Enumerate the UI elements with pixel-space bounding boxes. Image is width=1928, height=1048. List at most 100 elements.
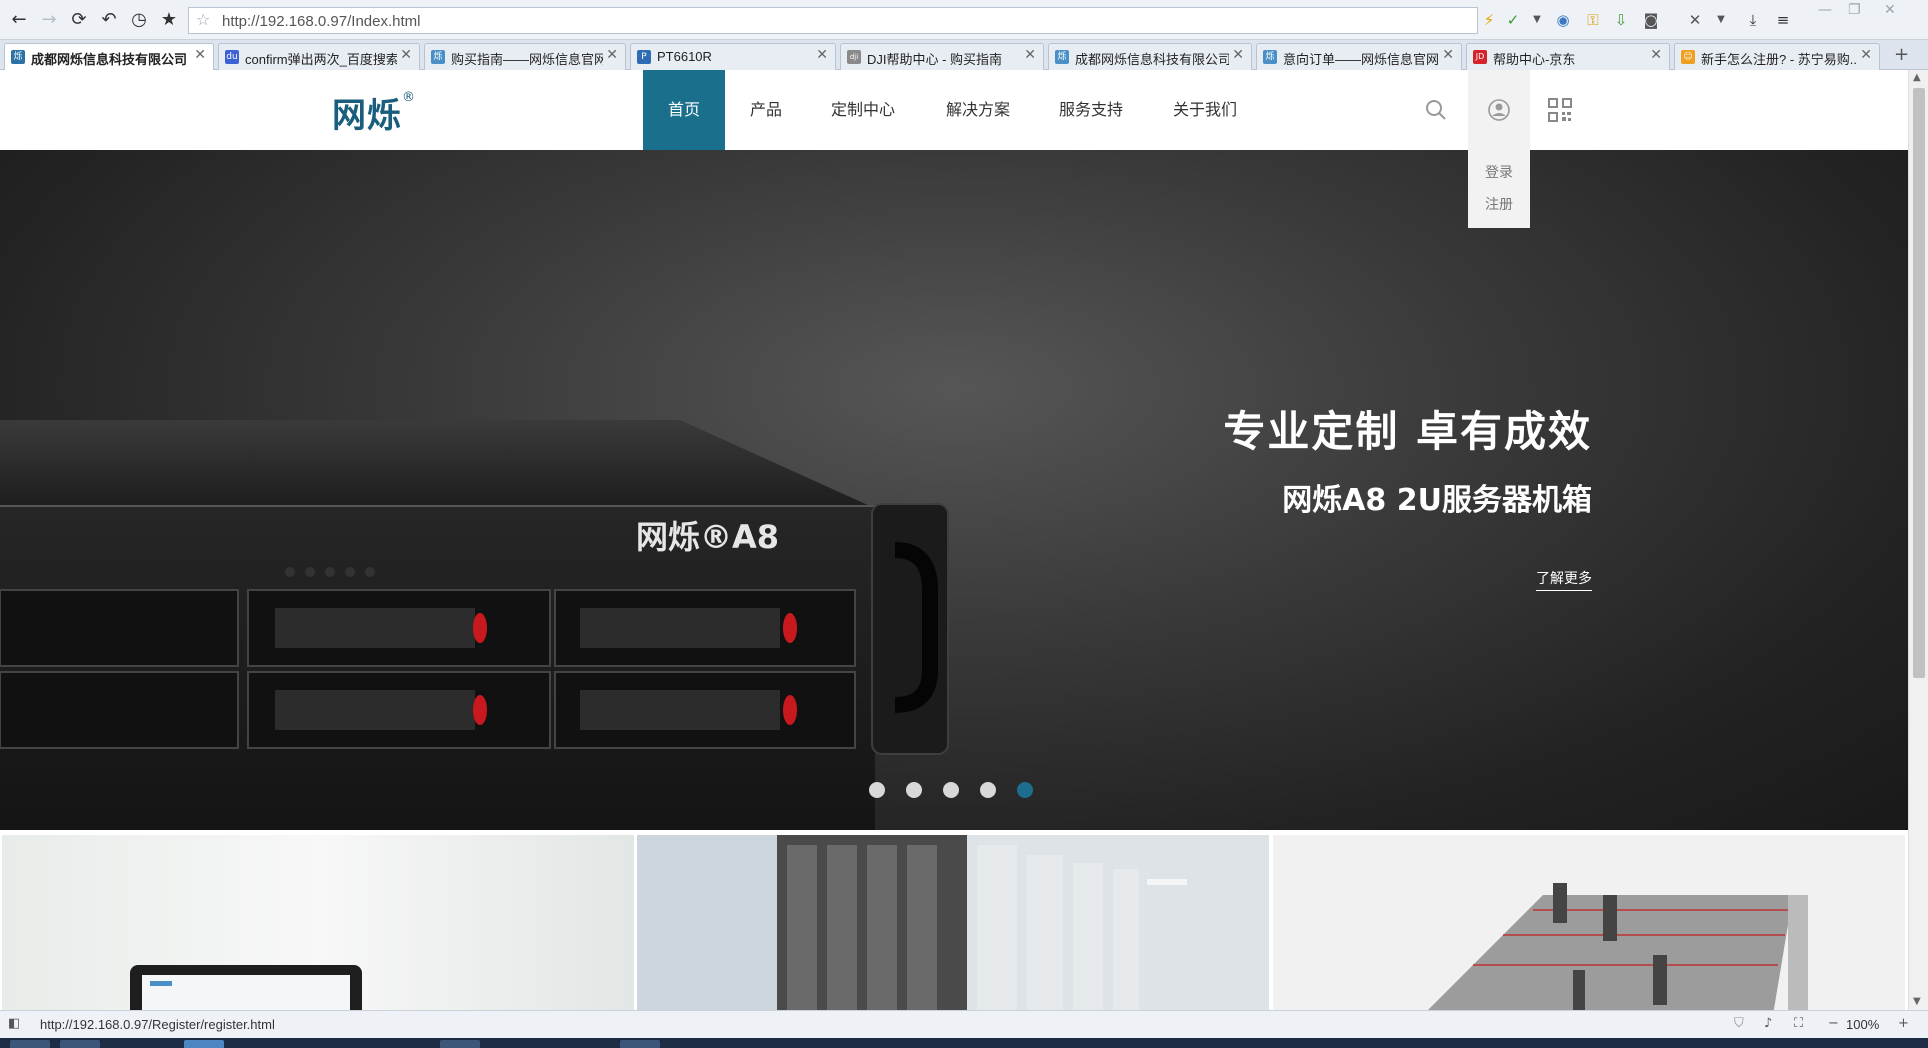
nav-products[interactable]: 产品 [725,70,807,150]
search-icon[interactable] [1424,98,1448,122]
laptop-image [2,835,634,1010]
history-icon[interactable]: ◷ [126,8,152,32]
scroll-down-icon[interactable]: ▼ [1913,996,1921,1007]
forward-button[interactable]: → [36,8,62,32]
os-taskbar [0,1038,1928,1048]
menu-icon[interactable]: ≡ [1772,10,1794,30]
extension-globe-icon[interactable]: ◉ [1552,10,1574,30]
nav-support[interactable]: 服务支持 [1044,70,1138,150]
speaker-icon[interactable]: ♪ [1764,1016,1772,1031]
tab-8[interactable]: ☺ 新手怎么注册? - 苏宁易购... ✕ [1674,43,1880,70]
minimize-icon[interactable]: — [1818,2,1832,18]
zoom-in-icon[interactable]: + [1898,1016,1909,1031]
learn-more-link[interactable]: 了解更多 [1536,568,1592,591]
feature-tile-laptop[interactable] [2,835,634,1010]
compat-mode-icon[interactable]: ✓ [1502,10,1524,30]
key-icon[interactable]: ⚿ [1582,10,1604,30]
qr-code-icon[interactable] [1548,98,1572,122]
taskbar-item[interactable] [620,1040,660,1048]
tab-title: 新手怎么注册? - 苏宁易购... [1701,52,1857,67]
new-tab-button[interactable]: + [1894,44,1909,65]
hero-subtitle: 网烁A8 2U服务器机箱 [1282,483,1592,518]
undo-close-button[interactable]: ↶ [96,8,122,32]
tab-close-icon[interactable]: ✕ [816,47,828,63]
site-header: 网烁® 首页 产品 定制中心 解决方案 服务支持 关于我们 [0,70,1908,150]
reload-button[interactable]: ⟳ [66,8,92,32]
fullscreen-icon[interactable]: ⛶ [1794,1016,1803,1031]
tab-favicon: du [225,50,239,64]
scroll-thumb[interactable] [1913,88,1925,678]
vertical-scrollbar[interactable]: ▲ ▼ [1908,70,1928,1010]
feature-tile-datacenter[interactable] [637,835,1269,1010]
address-url[interactable]: http://192.168.0.97/Index.html [222,13,420,30]
download-icon[interactable]: ⤓ [1742,10,1764,30]
tab-title: 成都网烁信息科技有限公司 [31,52,188,67]
register-link[interactable]: 注册 [1468,194,1530,214]
carousel-dot-3[interactable] [943,782,959,798]
tab-3[interactable]: P PT6610R ✕ [630,43,836,70]
restore-icon[interactable]: ❐ [1848,2,1861,18]
favorites-star-icon[interactable]: ★ [156,8,182,32]
tab-favicon: dji [847,50,861,64]
close-window-icon[interactable]: ✕ [1884,2,1896,18]
tab-7[interactable]: JD 帮助中心-京东 ✕ [1466,43,1670,70]
tab-close-icon[interactable]: ✕ [1650,47,1662,63]
tab-close-icon[interactable]: ✕ [1860,47,1872,63]
user-dropdown-menu: 登录 注册 [1468,150,1530,228]
site-logo[interactable]: 网烁® [332,88,416,137]
adblock-icon[interactable]: ⛉ [1734,1016,1744,1031]
tab-close-icon[interactable]: ✕ [194,47,206,63]
tab-favicon: JD [1473,50,1487,64]
tab-close-icon[interactable]: ✕ [400,47,412,63]
carousel-dot-4[interactable] [980,782,996,798]
hero-banner[interactable]: 网烁®A8 专业定制 卓有成效 网烁A8 2U服务器机箱 了解更多 [0,150,1908,830]
carousel-dot-1[interactable] [869,782,885,798]
tab-close-icon[interactable]: ✕ [1232,47,1244,63]
browser-toolbar: ← → ⟳ ↶ ◷ ★ ☆ http://192.168.0.97/Index.… [0,0,1928,40]
tab-favicon: ☺ [1681,50,1695,64]
sidebar-toggle-icon[interactable]: ◧ [8,1016,20,1031]
nav-customization[interactable]: 定制中心 [817,70,909,150]
login-link[interactable]: 登录 [1468,162,1530,182]
nav-about[interactable]: 关于我们 [1157,70,1253,150]
carousel-dot-5[interactable] [1017,782,1033,798]
server-chassis-image: 网烁®A8 [0,420,949,830]
nav-solutions[interactable]: 解决方案 [930,70,1026,150]
tools-icon[interactable]: ✕ [1684,10,1706,30]
product-badge: 网烁®A8 [636,518,779,556]
tab-0[interactable]: 烁 成都网烁信息科技有限公司 ✕ [4,43,214,71]
tab-close-icon[interactable]: ✕ [1024,47,1036,63]
carousel-dot-2[interactable] [906,782,922,798]
address-bar[interactable]: ☆ http://192.168.0.97/Index.html [188,7,1478,34]
download-helper-icon[interactable]: ⇩ [1610,10,1632,30]
logo-registered-mark: ® [402,89,416,105]
mode-dropdown-icon[interactable]: ▼ [1526,10,1548,30]
back-button[interactable]: ← [6,8,32,32]
tab-title: confirm弹出两次_百度搜索 [245,52,397,67]
tab-favicon: P [637,50,651,64]
zoom-out-icon[interactable]: − [1828,1016,1839,1031]
tab-1[interactable]: du confirm弹出两次_百度搜索 ✕ [218,43,420,70]
tab-4[interactable]: dji DJI帮助中心 - 购买指南 ✕ [840,43,1044,70]
camera-icon[interactable]: ◙ [1640,10,1662,30]
status-bar: ◧ http://192.168.0.97/Register/register.… [0,1010,1928,1038]
tab-5[interactable]: 烁 成都网烁信息科技有限公司 ... ✕ [1048,43,1252,70]
tools-dropdown-icon[interactable]: ▼ [1710,10,1732,30]
feature-tile-storage[interactable] [1273,835,1905,1010]
datacenter-image [637,835,1269,1010]
bookmark-star-icon[interactable]: ☆ [196,10,210,29]
taskbar-start-icon[interactable] [10,1040,50,1048]
tab-close-icon[interactable]: ✕ [606,47,618,63]
tab-6[interactable]: 烁 意向订单——网烁信息官网 ✕ [1256,43,1462,70]
taskbar-item[interactable] [60,1040,100,1048]
lightning-icon[interactable]: ⚡ [1478,10,1500,30]
tab-close-icon[interactable]: ✕ [1442,47,1454,63]
taskbar-item[interactable] [184,1040,224,1048]
tab-title: DJI帮助中心 - 购买指南 [867,52,1003,67]
scroll-up-icon[interactable]: ▲ [1913,72,1921,83]
zoom-level[interactable]: 100% [1846,1017,1879,1032]
taskbar-item[interactable] [440,1040,480,1048]
user-account-button[interactable] [1468,70,1530,150]
nav-home[interactable]: 首页 [643,70,725,150]
tab-2[interactable]: 烁 购买指南——网烁信息官网 ✕ [424,43,626,70]
